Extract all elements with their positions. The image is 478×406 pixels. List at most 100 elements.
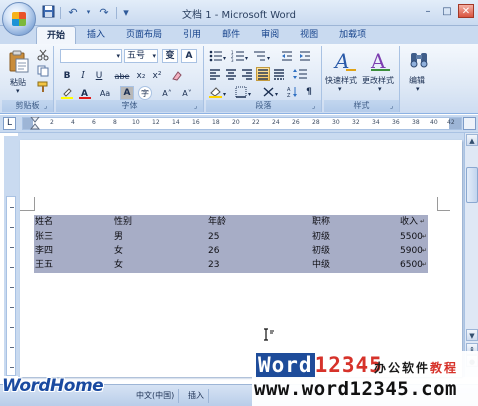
align-left-icon[interactable] — [208, 67, 222, 81]
align-right-icon[interactable] — [240, 67, 254, 81]
styles-launcher-icon[interactable]: ⌟ — [390, 103, 397, 110]
table-cell[interactable]: 女 — [114, 244, 123, 258]
table-cell[interactable]: 6500 — [400, 258, 423, 272]
table-cell[interactable]: 职称 — [312, 215, 330, 229]
table-cell[interactable]: 初级 — [312, 244, 330, 258]
crop-mark — [437, 197, 438, 211]
scroll-up-button[interactable]: ▲ — [466, 134, 478, 146]
change-styles-dropdown-icon[interactable]: ▾ — [378, 85, 382, 93]
underline-button[interactable]: U — [92, 69, 106, 83]
distributed-icon[interactable] — [272, 67, 286, 81]
tab-references[interactable]: 引用 — [173, 26, 211, 44]
binoculars-icon[interactable] — [408, 50, 430, 72]
table-cell[interactable]: 男 — [114, 230, 123, 244]
font-color-icon[interactable]: A — [78, 86, 92, 100]
table-cell[interactable]: 张三 — [35, 230, 53, 244]
table-cell[interactable]: 王五 — [35, 258, 53, 272]
indent-markers-icon[interactable] — [29, 117, 43, 130]
editing-dropdown-icon[interactable]: ▾ — [416, 85, 420, 93]
borders-icon[interactable]: ▾ — [234, 85, 256, 99]
table-cell[interactable]: 5500 — [400, 230, 423, 244]
enclose-characters-button[interactable]: 字 — [138, 86, 152, 100]
format-painter-icon[interactable] — [36, 80, 50, 94]
grow-font-button[interactable]: A˄ — [160, 86, 174, 100]
table-cell[interactable]: 姓名 — [35, 215, 53, 229]
quick-styles-icon[interactable]: A — [332, 48, 358, 74]
copy-icon[interactable] — [36, 64, 50, 78]
bold-button[interactable]: B — [60, 69, 74, 83]
clipboard-launcher-icon[interactable]: ⌟ — [44, 103, 51, 110]
table-row: 张三 男 25 初级 5500 ↵ — [34, 230, 428, 244]
font-launcher-icon[interactable]: ⌟ — [194, 103, 201, 110]
language-indicator[interactable]: 中文(中国) — [132, 389, 180, 403]
tab-mailings[interactable]: 邮件 — [212, 26, 250, 44]
bullets-icon[interactable]: ▾ — [208, 49, 228, 63]
horizontal-ruler[interactable]: 2 4 6 8 10 12 14 16 18 20 22 24 26 28 30… — [22, 117, 462, 130]
paste-icon[interactable] — [8, 50, 30, 73]
vertical-scrollbar[interactable]: ▲ ▼ ⇞ ● — [464, 133, 478, 377]
tab-review[interactable]: 审阅 — [251, 26, 289, 44]
table-cell[interactable]: 收入 — [400, 215, 418, 229]
superscript-button[interactable]: x² — [150, 69, 164, 83]
ruler-number: 10 — [132, 119, 140, 126]
tab-stop-selector[interactable]: L — [3, 117, 16, 130]
tab-view[interactable]: 视图 — [290, 26, 328, 44]
minimize-button[interactable]: – — [420, 4, 436, 18]
office-button[interactable] — [2, 2, 36, 36]
tab-home[interactable]: 开始 — [36, 26, 77, 44]
scroll-down-button[interactable]: ▼ — [466, 329, 478, 341]
shrink-font-button[interactable]: A˅ — [180, 86, 194, 100]
decrease-indent-icon[interactable] — [280, 49, 294, 63]
font-name-select[interactable]: ▾ — [60, 49, 122, 63]
increase-indent-icon[interactable] — [298, 49, 312, 63]
table-cell[interactable]: 初级 — [312, 230, 330, 244]
paste-dropdown-icon[interactable]: ▾ — [16, 87, 20, 95]
clear-formatting-icon[interactable] — [170, 69, 184, 83]
table-cell[interactable]: 26 — [208, 244, 219, 258]
quick-styles-dropdown-icon[interactable]: ▾ — [338, 85, 342, 93]
data-table[interactable]: 姓名 性别 年龄 职称 收入 ↵ 张三 男 25 初级 5500 ↵ 李四 女 … — [34, 215, 428, 273]
insert-mode-indicator[interactable]: 插入 — [184, 389, 209, 403]
table-cell[interactable]: 中级 — [312, 258, 330, 272]
table-cell[interactable]: 5900 — [400, 244, 423, 258]
scrollbar-thumb[interactable] — [466, 167, 478, 203]
restore-button[interactable]: □ — [439, 4, 455, 18]
multilevel-list-icon[interactable]: ▾ — [252, 49, 274, 63]
tab-add-ins[interactable]: 加载项 — [329, 26, 376, 44]
paragraph-launcher-icon[interactable]: ⌟ — [312, 103, 319, 110]
table-cell[interactable]: 23 — [208, 258, 219, 272]
sort-icon[interactable]: AZ — [286, 85, 300, 99]
table-cell[interactable]: 年龄 — [208, 215, 226, 229]
character-border-button[interactable]: A — [181, 49, 197, 63]
align-center-icon[interactable] — [224, 67, 238, 81]
table-cell[interactable]: 性别 — [114, 215, 132, 229]
table-cell[interactable]: 25 — [208, 230, 219, 244]
wordhome-watermark: WordHome — [2, 376, 104, 396]
tab-page-layout[interactable]: 页面布局 — [116, 26, 172, 44]
show-marks-icon[interactable]: ¶ — [302, 85, 316, 99]
character-shading-button[interactable]: A — [120, 86, 134, 100]
change-case-button[interactable]: Aa — [98, 86, 112, 100]
vertical-ruler[interactable] — [4, 136, 18, 376]
cut-icon[interactable] — [36, 48, 50, 62]
close-button[interactable]: ✕ — [458, 4, 474, 18]
subscript-button[interactable]: x₂ — [134, 69, 148, 83]
strikethrough-button[interactable]: abe — [112, 69, 132, 83]
justify-icon[interactable] — [256, 67, 270, 81]
shading-icon[interactable]: ▾ — [208, 85, 230, 99]
text-highlight-icon[interactable] — [60, 86, 74, 100]
tab-insert[interactable]: 插入 — [77, 26, 115, 44]
ruler-tick — [10, 207, 14, 208]
numbering-icon[interactable]: 1 2 3 ▾ — [230, 49, 250, 63]
change-styles-icon[interactable]: A — [368, 48, 394, 74]
table-cell[interactable]: 女 — [114, 258, 123, 272]
table-cell[interactable]: 李四 — [35, 244, 53, 258]
font-size-select[interactable]: 五号 ▾ — [124, 49, 158, 63]
phonetic-guide-button[interactable]: 变 — [162, 49, 178, 63]
view-ruler-toggle[interactable] — [463, 117, 476, 130]
watermark-brand-word: Word — [256, 353, 315, 377]
italic-button[interactable]: I — [76, 69, 90, 83]
chinese-layout-icon[interactable]: ▾ — [262, 85, 282, 99]
watermark-tagline-black: 办公软件 — [374, 361, 431, 375]
line-spacing-icon[interactable] — [292, 67, 312, 81]
